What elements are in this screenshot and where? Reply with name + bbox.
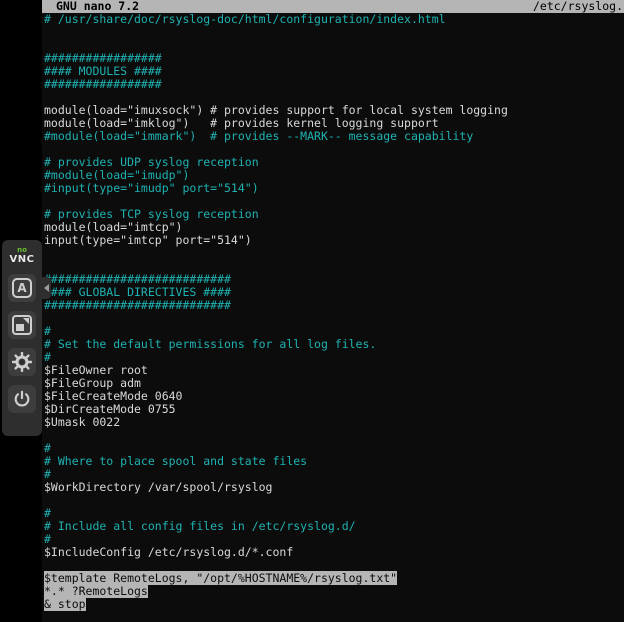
editor-line bbox=[44, 429, 624, 442]
editor-content[interactable]: # /usr/share/doc/rsyslog-doc/html/config… bbox=[42, 13, 624, 611]
file-path-label: /etc/rsyslog. bbox=[533, 0, 623, 13]
editor-line: #input(type="imudp" port="514") bbox=[44, 182, 624, 195]
editor-line bbox=[44, 26, 624, 39]
power-icon bbox=[13, 390, 31, 408]
editor-line: # /usr/share/doc/rsyslog-doc/html/config… bbox=[44, 13, 624, 26]
fullscreen-icon-fill bbox=[16, 324, 24, 331]
gear-icon bbox=[12, 352, 32, 372]
editor-line bbox=[44, 494, 624, 507]
editor-line: $Umask 0022 bbox=[44, 416, 624, 429]
terminal-window[interactable]: GNU nano 7.2 /etc/rsyslog. # /usr/share/… bbox=[42, 0, 624, 622]
editor-line: #module(load="immark") # provides --MARK… bbox=[44, 130, 624, 143]
fullscreen-button[interactable] bbox=[8, 311, 36, 339]
novnc-logo-no: no bbox=[10, 247, 35, 254]
fullscreen-icon-arrow bbox=[23, 318, 29, 324]
editor-line bbox=[44, 247, 624, 260]
editor-line: # Set the default permissions for all lo… bbox=[44, 338, 624, 351]
control-bar-handle[interactable] bbox=[42, 277, 51, 299]
settings-button[interactable] bbox=[8, 348, 36, 376]
editor-line: input(type="imtcp" port="514") bbox=[44, 234, 624, 247]
editor-line: $IncludeConfig /etc/rsyslog.d/*.conf bbox=[44, 546, 624, 559]
editor-line: $WorkDirectory /var/spool/rsyslog bbox=[44, 481, 624, 494]
collapse-arrow-icon bbox=[44, 284, 49, 292]
extra-keys-button[interactable]: A bbox=[8, 274, 36, 302]
novnc-logo-vnc: VNC bbox=[10, 255, 35, 265]
fullscreen-icon bbox=[12, 315, 32, 335]
editor-line: # Where to place spool and state files bbox=[44, 455, 624, 468]
editor-line: $DirCreateMode 0755 bbox=[44, 403, 624, 416]
editor-line: *.* ?RemoteLogs bbox=[44, 585, 624, 598]
vnc-control-bar: no VNC A bbox=[2, 240, 42, 436]
editor-line: ################# bbox=[44, 78, 624, 91]
keyboard-a-icon: A bbox=[12, 278, 32, 298]
power-button[interactable] bbox=[8, 385, 36, 413]
editor-line bbox=[44, 312, 624, 325]
novnc-logo: no VNC bbox=[10, 247, 35, 265]
editor-line: & stop bbox=[44, 598, 624, 611]
editor-line: # Include all config files in /etc/rsysl… bbox=[44, 520, 624, 533]
editor-line: ########################### bbox=[44, 299, 624, 312]
